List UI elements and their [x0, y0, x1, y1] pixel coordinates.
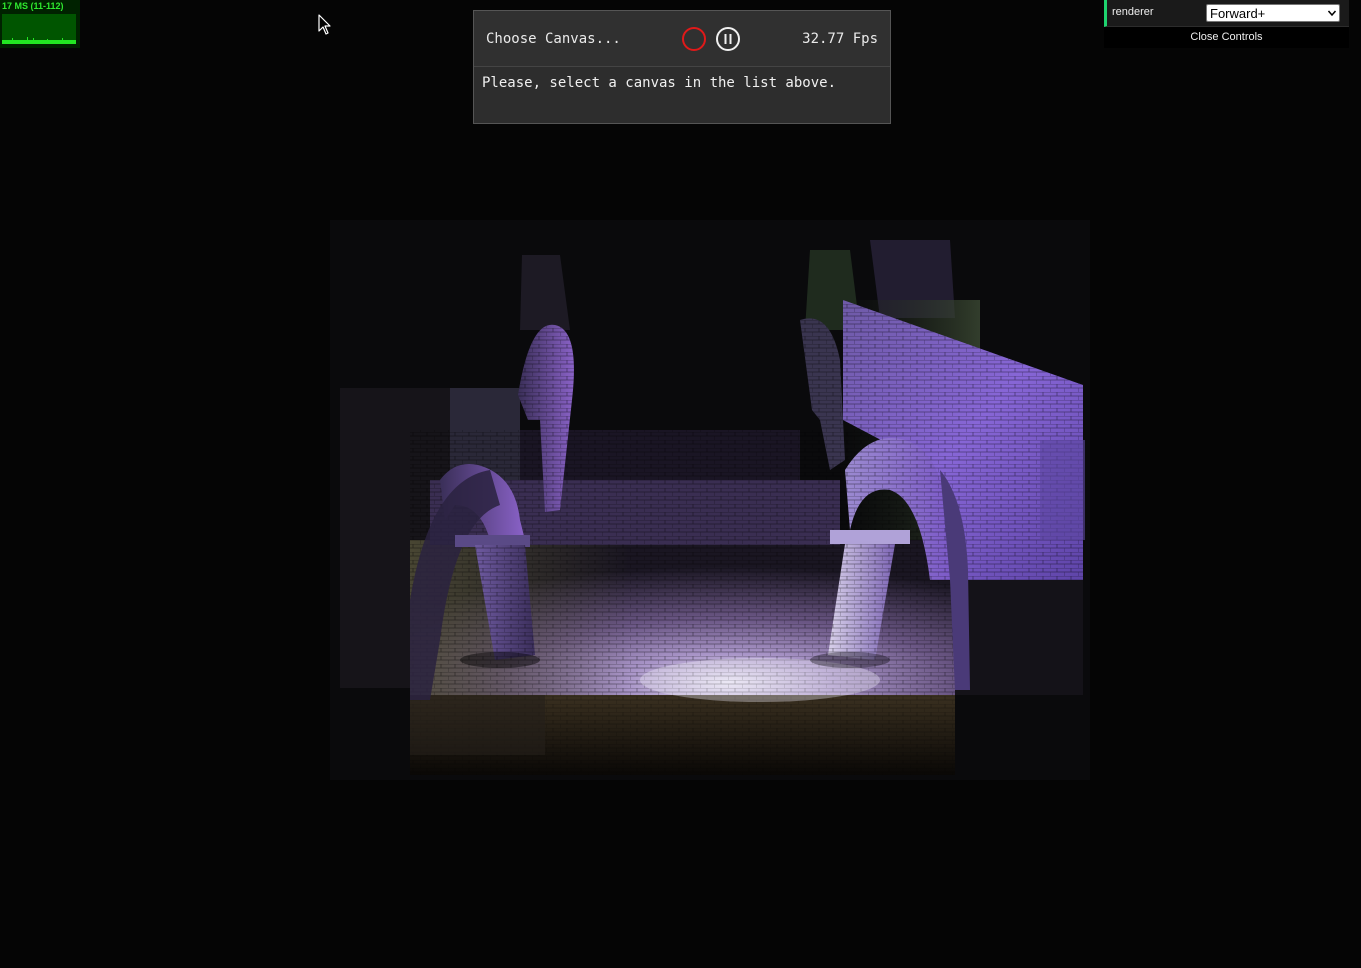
canvas-chooser[interactable]: Choose Canvas...: [486, 31, 621, 47]
pause-icon[interactable]: [716, 27, 740, 51]
performance-stats[interactable]: 17 MS (11-112): [0, 0, 80, 48]
mouse-cursor-icon: [318, 14, 331, 35]
sponza-scene[interactable]: [0, 0, 1361, 968]
fps-counter: 32.77 Fps: [802, 31, 878, 47]
renderer-select-value: Forward+: [1210, 6, 1266, 21]
capture-message: Please, select a canvas in the list abov…: [482, 75, 837, 91]
chevron-down-icon: [1328, 10, 1336, 17]
stats-ms-readout: 17 MS (11-112): [2, 1, 64, 11]
renderer-label: renderer: [1112, 6, 1154, 18]
controls-panel: renderer Forward+ Close Controls: [1104, 0, 1349, 48]
capture-menu: Choose Canvas... 32.77 Fps Please, selec…: [473, 10, 891, 124]
webgl-viewport[interactable]: [0, 0, 1361, 968]
stats-graph: [2, 14, 76, 44]
record-icon[interactable]: [682, 27, 706, 51]
renderer-control-row: renderer Forward+: [1104, 0, 1349, 27]
close-controls-button[interactable]: Close Controls: [1104, 27, 1349, 47]
capture-menu-header: Choose Canvas... 32.77 Fps: [474, 11, 890, 67]
renderer-select[interactable]: Forward+: [1206, 4, 1340, 22]
